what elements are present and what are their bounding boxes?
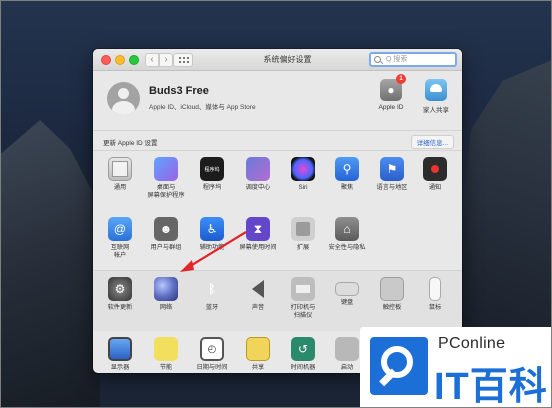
arrow-shaft <box>186 231 247 269</box>
arrow-head <box>180 260 194 272</box>
pconline-watermark: PConline IT百科 <box>360 327 552 408</box>
watermark-brand: PConline <box>438 335 506 352</box>
watermark-title: IT百科 <box>434 366 548 408</box>
pconline-logo-icon <box>370 337 428 395</box>
